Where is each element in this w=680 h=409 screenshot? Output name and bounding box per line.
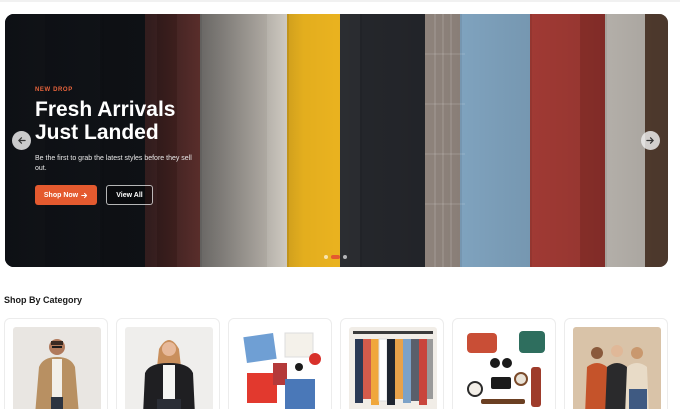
hero-buttons: Shop Now View All bbox=[35, 185, 225, 205]
header-divider bbox=[0, 0, 680, 2]
carousel-dot-1[interactable] bbox=[324, 255, 328, 259]
carousel-prev-button[interactable] bbox=[12, 131, 31, 150]
section-title-shop-by-category: Shop By Category bbox=[4, 295, 83, 305]
carousel-dots bbox=[324, 255, 347, 259]
category-card-1[interactable] bbox=[4, 318, 108, 409]
arrow-right-icon bbox=[646, 137, 654, 144]
shop-now-button[interactable]: Shop Now bbox=[35, 185, 97, 205]
hero-title: Fresh Arrivals Just Landed bbox=[35, 98, 225, 144]
arrow-right-icon bbox=[81, 192, 88, 198]
category-image-man-in-jacket bbox=[13, 327, 101, 409]
category-card-5[interactable] bbox=[452, 318, 556, 409]
category-image-clothes-rack bbox=[349, 327, 437, 409]
hero-title-line-2: Just Landed bbox=[35, 121, 159, 144]
category-card-3[interactable] bbox=[228, 318, 332, 409]
category-image-woman-in-leather-jacket bbox=[125, 327, 213, 409]
carousel-next-button[interactable] bbox=[641, 131, 660, 150]
hero-content: NEW DROP Fresh Arrivals Just Landed Be t… bbox=[35, 87, 225, 205]
category-image-flat-lay-clothes bbox=[237, 327, 325, 409]
carousel-dot-2[interactable] bbox=[331, 255, 340, 259]
shop-now-label: Shop Now bbox=[43, 191, 79, 199]
hero-banner: NEW DROP Fresh Arrivals Just Landed Be t… bbox=[5, 14, 668, 267]
category-image-group-of-women bbox=[573, 327, 661, 409]
category-card-2[interactable] bbox=[116, 318, 220, 409]
category-image-accessories-flat-lay bbox=[461, 327, 549, 409]
arrow-left-icon bbox=[18, 137, 26, 144]
hero-subtitle: Be the first to grab the latest styles b… bbox=[35, 155, 192, 172]
view-all-button[interactable]: View All bbox=[106, 185, 153, 205]
hero-eyebrow: NEW DROP bbox=[35, 87, 73, 93]
category-card-6[interactable] bbox=[564, 318, 668, 409]
category-list bbox=[4, 318, 668, 409]
category-card-4[interactable] bbox=[340, 318, 444, 409]
carousel-dot-3[interactable] bbox=[343, 255, 347, 259]
hero-title-line-1: Fresh Arrivals bbox=[35, 98, 176, 121]
